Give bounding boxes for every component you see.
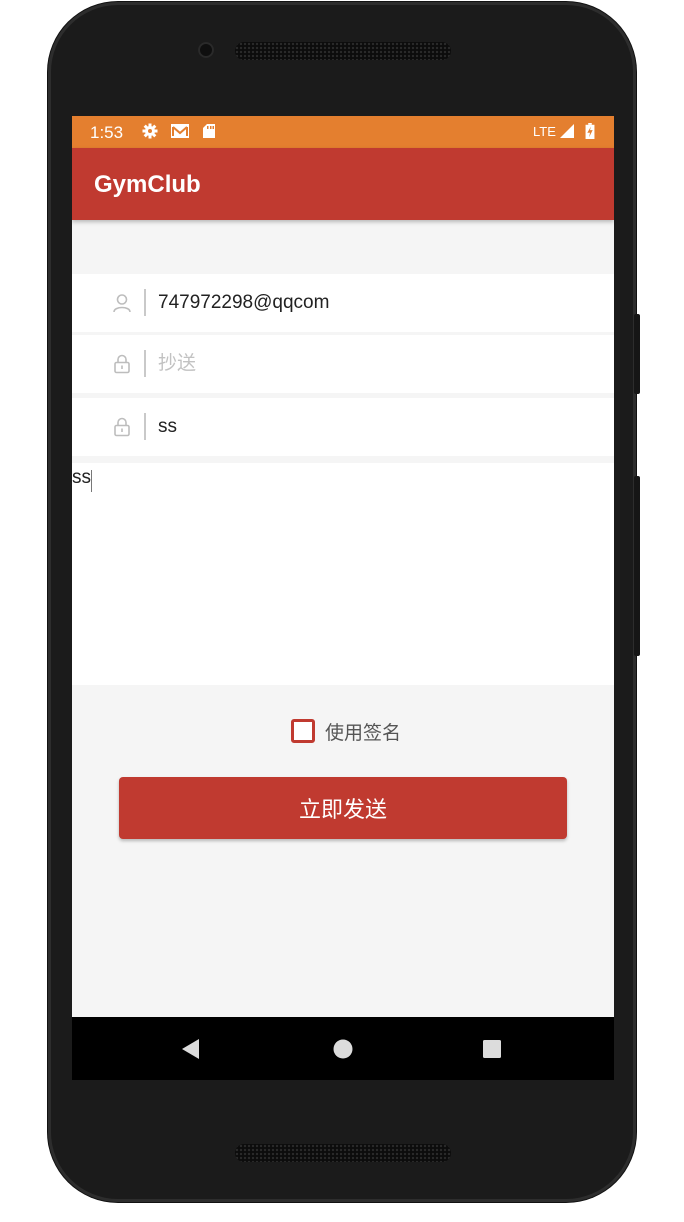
power-button[interactable] (634, 314, 640, 394)
home-icon[interactable] (330, 1036, 356, 1062)
sd-card-icon (203, 124, 215, 138)
to-row (72, 274, 614, 332)
field-divider (144, 413, 146, 440)
to-field[interactable] (158, 284, 598, 322)
front-camera (198, 42, 214, 58)
send-button[interactable]: 立即发送 (119, 777, 567, 839)
lock-icon (114, 354, 130, 374)
text-cursor (91, 470, 92, 492)
body-field[interactable]: ss (72, 467, 614, 681)
status-bar: 1:53 LTE (72, 116, 614, 148)
status-time: 1:53 (90, 123, 124, 142)
cc-field[interactable] (158, 345, 598, 383)
bottom-speaker (235, 1144, 451, 1162)
field-divider (144, 289, 146, 316)
battery-charging-icon (585, 123, 595, 139)
lock-icon (114, 417, 130, 437)
app-title: GymClub (94, 171, 201, 198)
signature-label: 使用签名 (325, 721, 402, 744)
signature-option[interactable]: 使用签名 (291, 718, 401, 744)
signature-checkbox[interactable] (291, 719, 315, 743)
navigation-bar (72, 1017, 614, 1080)
screen: 1:53 LTE GymClub 747972298@qqcom 抄送 ss s… (72, 116, 614, 1080)
body-area: ss (72, 463, 614, 685)
settings-icon (142, 123, 158, 139)
app-bar: GymClub (72, 148, 614, 220)
field-divider (144, 350, 146, 377)
subject-row (72, 398, 614, 456)
signal-icon (560, 124, 574, 138)
gmail-icon (171, 124, 189, 138)
cc-row (72, 335, 614, 393)
volume-button[interactable] (634, 476, 640, 656)
network-type: LTE (533, 124, 556, 139)
back-icon[interactable] (179, 1036, 205, 1062)
subject-field[interactable] (158, 408, 598, 446)
top-speaker (235, 42, 451, 60)
recents-icon[interactable] (479, 1036, 505, 1062)
user-icon (113, 294, 131, 313)
